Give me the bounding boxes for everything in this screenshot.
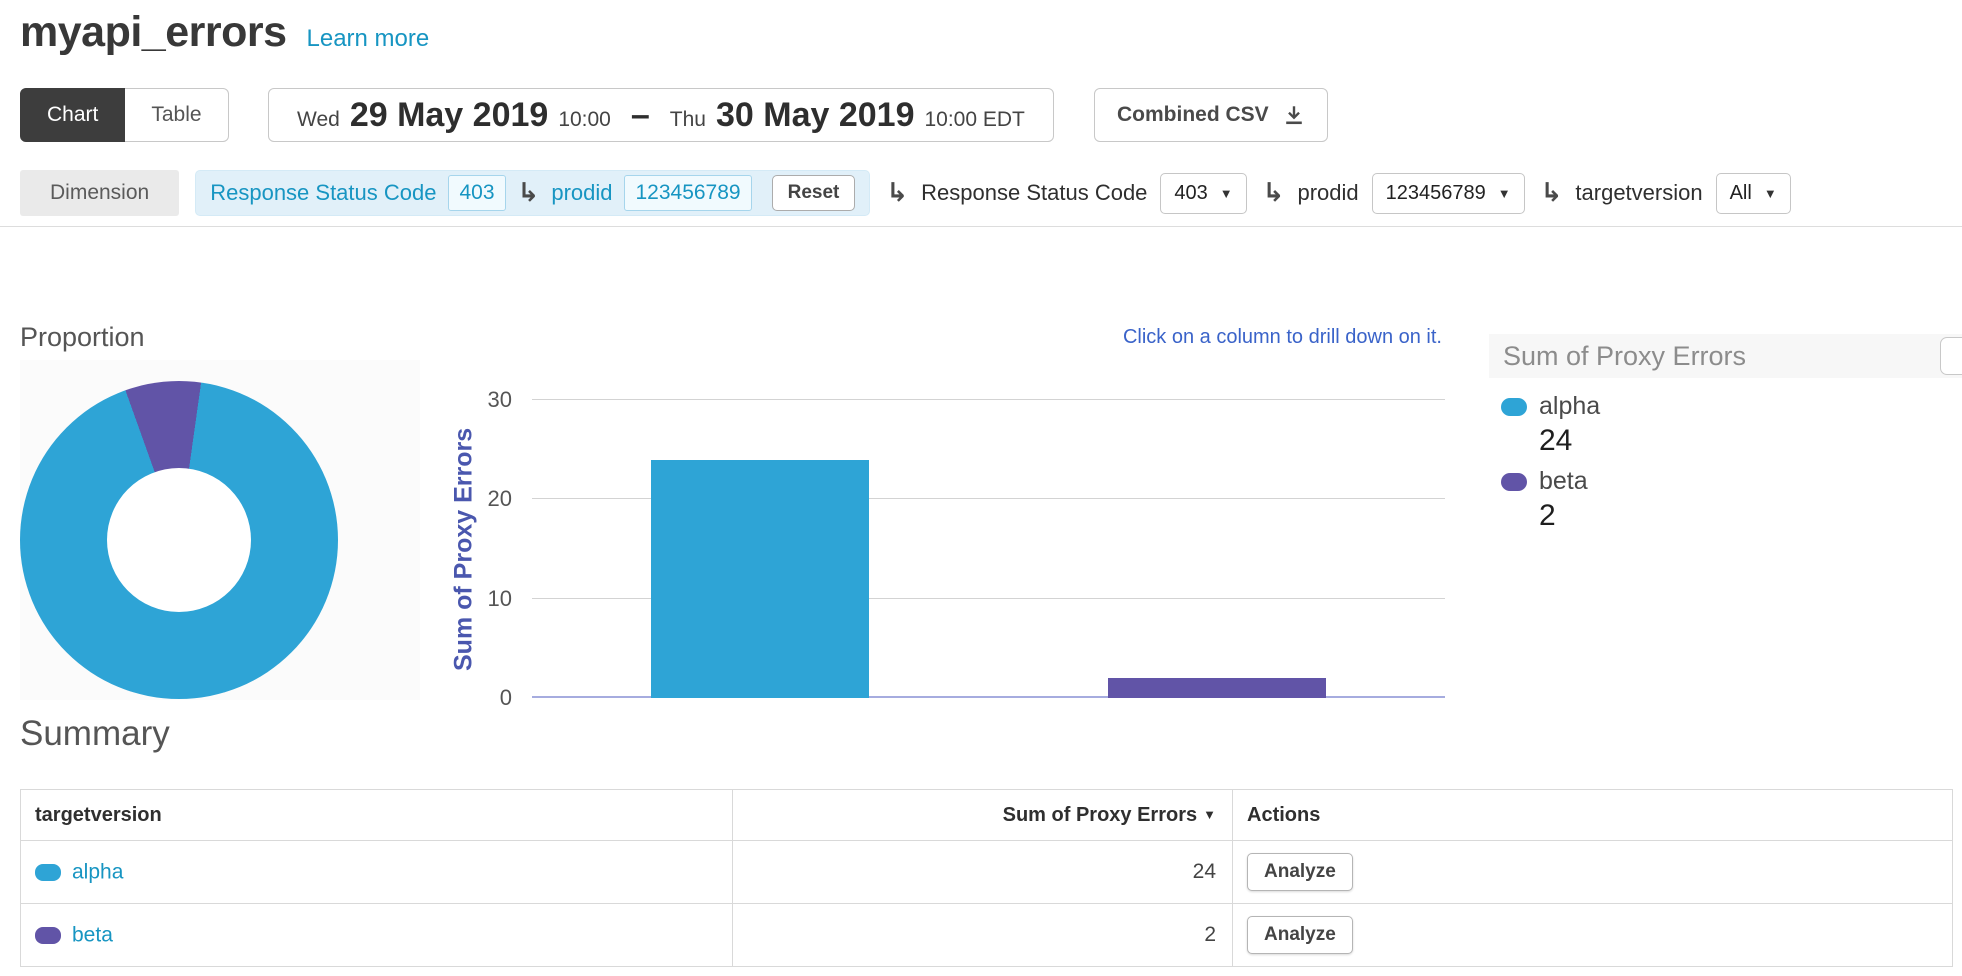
chevron-down-icon: ▼ bbox=[1764, 186, 1777, 201]
prodid-value: 123456789 bbox=[1386, 182, 1486, 205]
legend-label: alpha bbox=[1539, 392, 1600, 421]
table-row: alpha 24 Analyze bbox=[21, 841, 1953, 904]
beta-row-swatch bbox=[35, 927, 61, 944]
start-day: Wed bbox=[297, 108, 340, 132]
legend-header: Sum of Proxy Errors bbox=[1489, 334, 1962, 378]
section-divider bbox=[0, 226, 1962, 227]
drilldown-arrow-icon: ↳ bbox=[518, 180, 540, 206]
end-date: 30 May 2019 bbox=[716, 96, 915, 135]
breadcrumb-dimension-1[interactable]: Response Status Code bbox=[210, 180, 436, 206]
chevron-down-icon: ▼ bbox=[1220, 186, 1233, 201]
proportion-title: Proportion bbox=[20, 322, 145, 353]
legend-panel: Sum of Proxy Errors alpha 24 beta 2 bbox=[1489, 334, 1962, 542]
col-sum-proxy-errors[interactable]: Sum of Proxy Errors ▼ bbox=[733, 790, 1233, 841]
learn-more-link[interactable]: Learn more bbox=[307, 25, 430, 53]
download-icon bbox=[1283, 104, 1305, 126]
beta-link[interactable]: beta bbox=[72, 923, 113, 946]
beta-cell: beta bbox=[21, 904, 733, 967]
y-axis-ticks: 0 10 20 30 bbox=[450, 400, 512, 698]
filter-bar: Dimension Response Status Code 403 ↳ pro… bbox=[20, 170, 1942, 216]
bars bbox=[532, 400, 1445, 698]
legend-label: beta bbox=[1539, 467, 1588, 496]
legend-item[interactable]: beta 2 bbox=[1501, 467, 1950, 533]
proportion-panel bbox=[20, 360, 420, 700]
analyze-button[interactable]: Analyze bbox=[1247, 916, 1353, 954]
alpha-link[interactable]: alpha bbox=[72, 860, 123, 883]
y-tick: 0 bbox=[500, 685, 512, 711]
legend-items: alpha 24 beta 2 bbox=[1489, 378, 1962, 533]
beta-value: 2 bbox=[733, 904, 1233, 967]
status-code-value: 403 bbox=[1174, 182, 1207, 205]
col-sum-label: Sum of Proxy Errors bbox=[1003, 804, 1198, 826]
alpha-swatch bbox=[1501, 398, 1527, 416]
drilldown-label-prodid: prodid bbox=[1297, 180, 1358, 206]
drilldown-arrow-icon: ↳ bbox=[1541, 180, 1563, 206]
chevron-down-icon: ▼ bbox=[1498, 186, 1511, 201]
donut-chart[interactable] bbox=[20, 381, 338, 699]
drilldown-status-code: ↳ Response Status Code 403 ▼ bbox=[886, 173, 1246, 214]
breadcrumb-value-2[interactable]: 123456789 bbox=[624, 175, 751, 210]
reset-button[interactable]: Reset bbox=[772, 175, 856, 211]
drilldown-hint: Click on a column to drill down on it. bbox=[1123, 326, 1442, 349]
summary-table: targetversion Sum of Proxy Errors ▼ Actio… bbox=[20, 789, 1953, 967]
table-tab[interactable]: Table bbox=[125, 88, 228, 142]
page-title: myapi_errors bbox=[20, 8, 287, 57]
view-toggle: Chart Table bbox=[20, 88, 229, 142]
drilldown-targetversion: ↳ targetversion All ▼ bbox=[1541, 173, 1791, 214]
alpha-actions-cell: Analyze bbox=[1233, 841, 1953, 904]
status-code-select[interactable]: 403 ▼ bbox=[1160, 173, 1246, 214]
drilldown-label-targetversion: targetversion bbox=[1575, 180, 1702, 206]
chart-tab[interactable]: Chart bbox=[20, 88, 125, 142]
beta-swatch bbox=[1501, 473, 1527, 491]
bar-slot bbox=[989, 400, 1446, 698]
date-range-picker[interactable]: Wed 29 May 2019 10:00 – Thu 30 May 2019 … bbox=[268, 88, 1054, 142]
beta-actions-cell: Analyze bbox=[1233, 904, 1953, 967]
bar-slot bbox=[532, 400, 989, 698]
y-tick: 20 bbox=[488, 486, 512, 512]
legend-value: 24 bbox=[1539, 424, 1950, 458]
dimension-label: Dimension bbox=[20, 170, 179, 216]
col-targetversion: targetversion bbox=[21, 790, 733, 841]
drilldown-breadcrumb: Response Status Code 403 ↳ prodid 123456… bbox=[195, 170, 870, 216]
combined-csv-label: Combined CSV bbox=[1117, 103, 1269, 127]
report-page: myapi_errors Learn more Chart Table Wed … bbox=[0, 0, 1962, 976]
bar-chart-plot bbox=[532, 400, 1445, 698]
drilldown-arrow-icon: ↳ bbox=[886, 180, 908, 206]
prodid-select[interactable]: 123456789 ▼ bbox=[1372, 173, 1525, 214]
alpha-row-swatch bbox=[35, 864, 61, 881]
bar[interactable] bbox=[651, 460, 869, 698]
alpha-value: 24 bbox=[733, 841, 1233, 904]
col-actions: Actions bbox=[1233, 790, 1953, 841]
targetversion-value: All bbox=[1730, 182, 1752, 205]
start-time: 10:00 bbox=[558, 108, 611, 132]
drilldown-arrow-icon: ↳ bbox=[1263, 180, 1285, 206]
legend-scroll-button[interactable] bbox=[1940, 337, 1962, 375]
legend-item[interactable]: alpha 24 bbox=[1501, 392, 1950, 458]
start-date: 29 May 2019 bbox=[350, 96, 549, 135]
y-tick: 10 bbox=[488, 586, 512, 612]
end-day: Thu bbox=[670, 108, 706, 132]
legend-value: 2 bbox=[1539, 499, 1950, 533]
drilldown-label-status-code: Response Status Code bbox=[921, 180, 1147, 206]
date-separator: – bbox=[631, 96, 650, 135]
legend-title: Sum of Proxy Errors bbox=[1503, 341, 1746, 372]
page-header: myapi_errors Learn more bbox=[20, 8, 429, 57]
sort-desc-icon: ▼ bbox=[1203, 807, 1216, 822]
y-tick: 30 bbox=[488, 387, 512, 413]
table-header-row: targetversion Sum of Proxy Errors ▼ Actio… bbox=[21, 790, 1953, 841]
combined-csv-button[interactable]: Combined CSV bbox=[1094, 88, 1328, 142]
alpha-cell: alpha bbox=[21, 841, 733, 904]
breadcrumb-dimension-2[interactable]: prodid bbox=[551, 180, 612, 206]
table-row: beta 2 Analyze bbox=[21, 904, 1953, 967]
analyze-button[interactable]: Analyze bbox=[1247, 853, 1353, 891]
drilldown-prodid: ↳ prodid 123456789 ▼ bbox=[1263, 173, 1525, 214]
breadcrumb-value-1[interactable]: 403 bbox=[448, 175, 505, 210]
targetversion-select[interactable]: All ▼ bbox=[1716, 173, 1791, 214]
summary-title: Summary bbox=[20, 714, 170, 754]
bar[interactable] bbox=[1108, 678, 1326, 698]
end-time: 10:00 EDT bbox=[924, 108, 1024, 132]
